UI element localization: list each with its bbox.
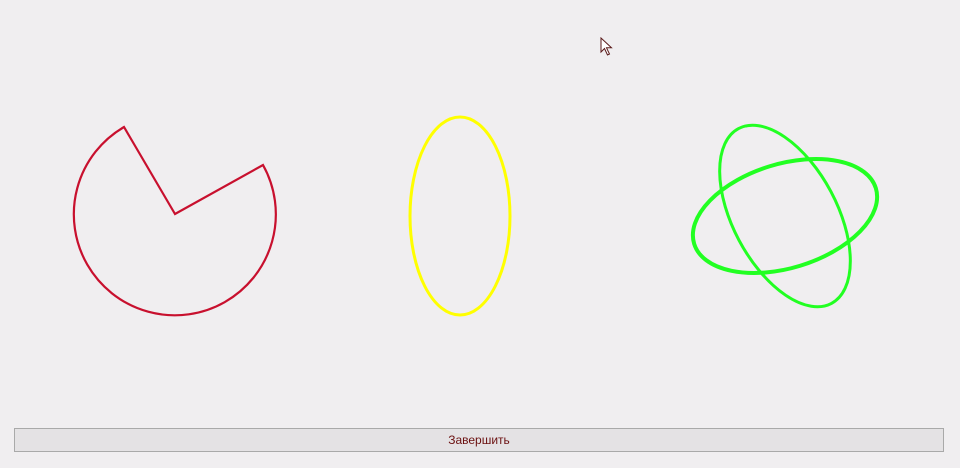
crossed-ellipses-icon bbox=[690, 123, 880, 309]
shapes-svg bbox=[72, 115, 880, 317]
app-window: Завершить bbox=[0, 0, 960, 468]
pie-sector-icon bbox=[72, 125, 277, 317]
finish-button[interactable]: Завершить bbox=[14, 428, 944, 452]
drawing-canvas bbox=[0, 0, 960, 420]
ellipse-icon bbox=[408, 115, 512, 317]
